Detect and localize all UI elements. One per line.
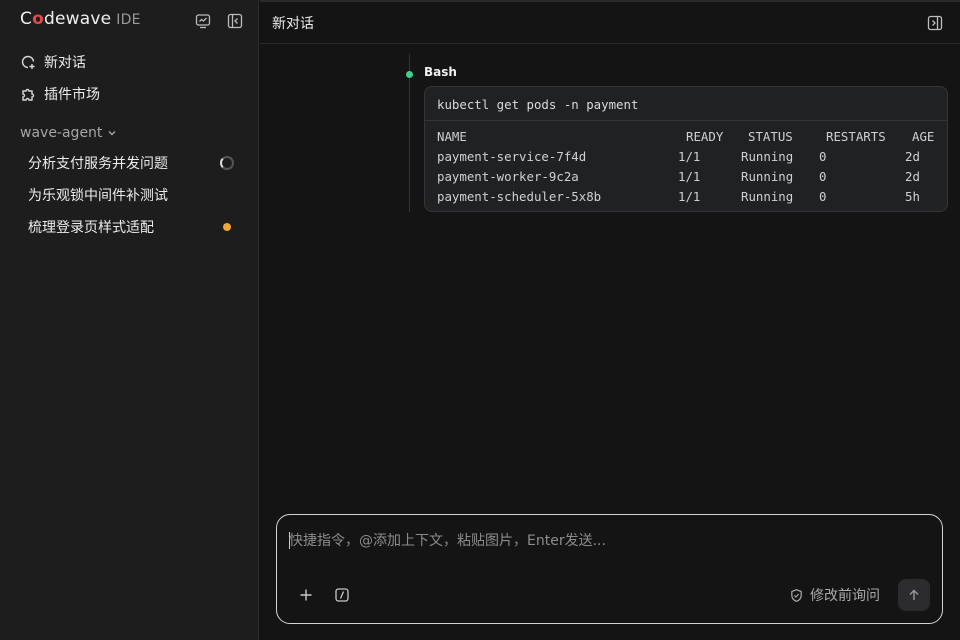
slash-command-icon bbox=[335, 588, 349, 602]
output-row: payment-service-7f4d 1/1 Running 0 2d bbox=[425, 147, 947, 167]
conversation-item[interactable]: 梳理登录页样式适配 bbox=[28, 216, 238, 238]
tool-status-dot-icon bbox=[406, 71, 413, 78]
slash-command-button[interactable] bbox=[333, 586, 351, 604]
ask-before-edit-label: 修改前询问 bbox=[810, 588, 880, 604]
conversation-title: 梳理登录页样式适配 bbox=[28, 220, 154, 236]
pod-status: Running bbox=[741, 169, 794, 184]
tool-output-card: kubectl get pods -n payment NAME READY S… bbox=[424, 86, 948, 212]
chat-history-button[interactable] bbox=[194, 12, 212, 30]
logo-letter-o: o bbox=[32, 9, 44, 29]
new-chat-icon bbox=[21, 55, 35, 69]
tool-name: Bash bbox=[424, 65, 457, 79]
panel-right-icon bbox=[927, 15, 943, 31]
project-selector[interactable]: wave-agent bbox=[20, 124, 118, 142]
pod-age: 2d bbox=[905, 149, 920, 164]
pod-ready: 1/1 bbox=[678, 169, 701, 184]
tool-output: NAME READY STATUS RESTARTS AGE payment-s… bbox=[425, 121, 947, 207]
column-header: NAME bbox=[437, 129, 467, 144]
monitor-icon bbox=[195, 14, 211, 29]
project-name: wave-agent bbox=[20, 125, 103, 141]
pod-name: payment-service-7f4d bbox=[437, 149, 587, 164]
arrow-up-icon bbox=[909, 589, 919, 600]
sidebar-item-new-chat[interactable]: 新对话 bbox=[20, 51, 86, 73]
logo-letter-c: C bbox=[20, 9, 33, 29]
conversation-item[interactable]: 为乐观锁中间件补测试 bbox=[28, 184, 238, 206]
sidebar-collapse-icon bbox=[227, 13, 243, 29]
collapse-sidebar-button[interactable] bbox=[226, 12, 244, 30]
sidebar: Co dewave IDE 新对话 插件市场 wave-agent 分析支付服务并发… bbox=[0, 0, 259, 640]
pod-name: payment-scheduler-5x8b bbox=[437, 189, 602, 204]
sidebar-item-plugin-market[interactable]: 插件市场 bbox=[20, 83, 100, 105]
app-logo: Co dewave IDE bbox=[20, 9, 141, 31]
column-header: READY bbox=[686, 129, 724, 144]
conversation-item[interactable]: 分析支付服务并发问题 bbox=[28, 152, 238, 174]
chevron-down-icon bbox=[108, 131, 116, 136]
output-row: payment-scheduler-5x8b 1/1 Running 0 5h bbox=[425, 187, 947, 207]
logo-suffix: IDE bbox=[116, 12, 141, 28]
pod-restarts: 0 bbox=[819, 169, 827, 184]
plus-icon bbox=[300, 589, 312, 601]
conversation-title: 分析支付服务并发问题 bbox=[28, 156, 168, 172]
column-header: AGE bbox=[912, 129, 935, 144]
send-button[interactable] bbox=[898, 579, 930, 611]
pod-restarts: 0 bbox=[819, 149, 827, 164]
pod-restarts: 0 bbox=[819, 189, 827, 204]
pod-name: payment-worker-9c2a bbox=[437, 169, 579, 184]
output-header-row: NAME READY STATUS RESTARTS AGE bbox=[425, 127, 947, 147]
conversation-title: 为乐观锁中间件补测试 bbox=[28, 188, 168, 204]
output-row: payment-worker-9c2a 1/1 Running 0 2d bbox=[425, 167, 947, 187]
pod-ready: 1/1 bbox=[678, 149, 701, 164]
add-attachment-button[interactable] bbox=[297, 586, 315, 604]
pod-age: 5h bbox=[905, 189, 920, 204]
message-composer[interactable]: 快捷指令，@添加上下文，粘贴图片，Enter发送... 修改前询问 bbox=[276, 514, 943, 624]
pod-status: Running bbox=[741, 149, 794, 164]
tool-command: kubectl get pods -n payment bbox=[425, 87, 947, 121]
toggle-panel-button[interactable] bbox=[926, 14, 944, 32]
unread-dot-icon bbox=[223, 223, 231, 231]
sidebar-item-label: 插件市场 bbox=[44, 87, 100, 103]
column-header: RESTARTS bbox=[826, 129, 886, 144]
sidebar-item-label: 新对话 bbox=[44, 55, 86, 71]
pod-age: 2d bbox=[905, 169, 920, 184]
puzzle-icon bbox=[22, 88, 35, 101]
loading-spinner-icon bbox=[220, 156, 234, 170]
page-title: 新对话 bbox=[272, 16, 314, 32]
pod-ready: 1/1 bbox=[678, 189, 701, 204]
ask-before-edit-toggle[interactable]: 修改前询问 bbox=[789, 585, 880, 605]
pod-status: Running bbox=[741, 189, 794, 204]
composer-placeholder[interactable]: 快捷指令，@添加上下文，粘贴图片，Enter发送... bbox=[289, 530, 606, 550]
logo-text: dewave bbox=[43, 9, 112, 29]
main-header: 新对话 bbox=[260, 0, 960, 44]
column-header: STATUS bbox=[748, 129, 793, 144]
shield-check-icon bbox=[791, 588, 802, 602]
